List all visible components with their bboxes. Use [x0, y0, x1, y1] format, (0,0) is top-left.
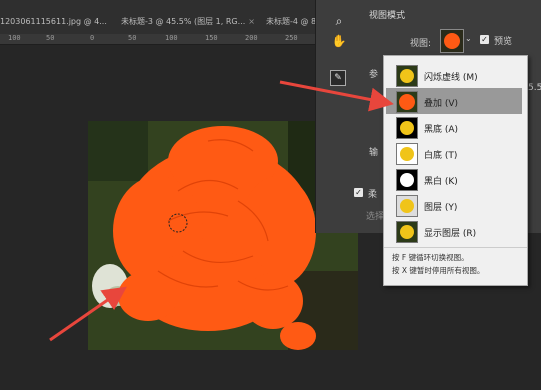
- red-arrows: [49, 80, 394, 342]
